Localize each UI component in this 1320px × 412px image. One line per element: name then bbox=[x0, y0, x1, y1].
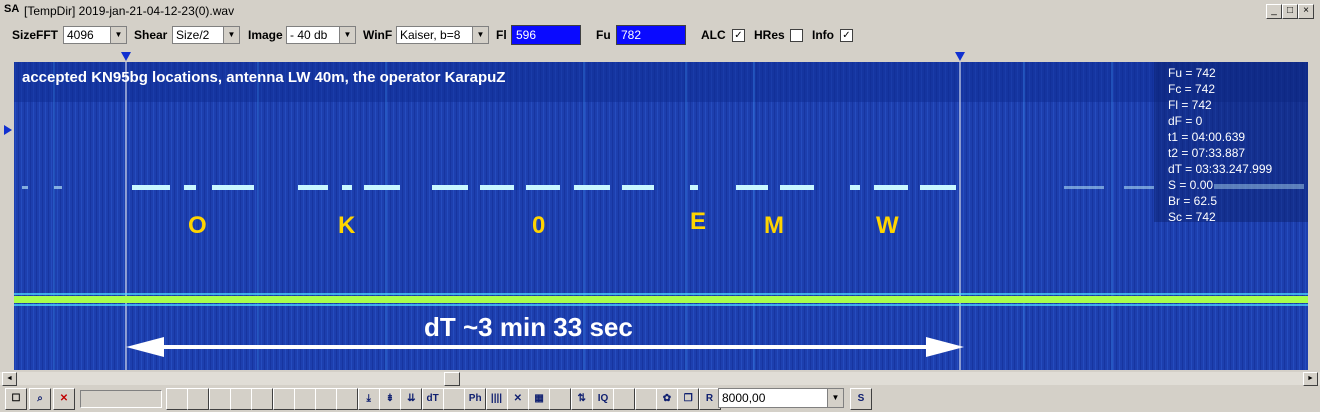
morse-letter: E bbox=[690, 208, 707, 235]
speaker-icon[interactable] bbox=[229, 388, 252, 410]
stat-fl: Fl = 742 bbox=[1168, 98, 1212, 112]
winf-value: Kaiser, b=8 bbox=[400, 28, 461, 42]
marker-bar bbox=[121, 52, 965, 61]
blank4-icon[interactable] bbox=[634, 388, 657, 410]
info-checkbox[interactable]: ✓ bbox=[840, 29, 853, 42]
arrows-icon[interactable]: ⇅ bbox=[570, 388, 593, 410]
chevron-down-icon[interactable]: ▼ bbox=[223, 27, 239, 43]
triangle-icon[interactable] bbox=[315, 388, 338, 410]
crosshair-icon[interactable] bbox=[187, 388, 210, 410]
chevron-down-icon[interactable]: ▼ bbox=[472, 27, 488, 43]
s-button[interactable]: S bbox=[850, 388, 872, 410]
frequency-select[interactable]: 8000,00 ▼ bbox=[718, 388, 844, 408]
blank-icon[interactable] bbox=[442, 388, 465, 410]
zoom-icon[interactable]: ⌕ bbox=[29, 388, 51, 410]
ph-icon[interactable]: Ph bbox=[464, 388, 487, 410]
hres-label: HRes bbox=[754, 28, 785, 42]
chevron-down-icon[interactable]: ▼ bbox=[339, 27, 355, 43]
shear-select[interactable]: Size/2 ▼ bbox=[172, 26, 240, 44]
morse-letter: 0 bbox=[532, 212, 546, 239]
shear-value: Size/2 bbox=[176, 28, 210, 42]
winf-label: WinF bbox=[363, 28, 393, 42]
down3-icon[interactable]: ⇊ bbox=[400, 388, 423, 410]
morse-letter: M bbox=[764, 212, 784, 239]
scroll-thumb[interactable] bbox=[444, 372, 460, 386]
zoom-icon[interactable] bbox=[166, 388, 188, 410]
progress-field bbox=[80, 390, 162, 408]
dt-annotation: dT ~3 min 33 sec bbox=[424, 312, 633, 342]
morse-letter: K bbox=[338, 212, 356, 239]
square-icon[interactable] bbox=[251, 388, 274, 410]
fu-label: Fu bbox=[596, 28, 611, 42]
grid-icon[interactable]: ▦ bbox=[528, 388, 551, 410]
image-select[interactable]: - 40 db ▼ bbox=[286, 26, 356, 44]
image-label: Image bbox=[248, 28, 283, 42]
stat-fu: Fu = 742 bbox=[1168, 66, 1216, 80]
fl-value: 596 bbox=[516, 28, 537, 42]
triangle-icon[interactable] bbox=[272, 388, 295, 410]
blank2-icon[interactable] bbox=[549, 388, 572, 410]
stat-df: dF = 0 bbox=[1168, 114, 1203, 128]
spectrogram-canvas bbox=[14, 62, 1308, 370]
close-icon[interactable]: ✕ bbox=[53, 388, 75, 410]
stat-dt: dT = 03:33.247.999 bbox=[1168, 162, 1273, 176]
pages-icon[interactable]: ❐ bbox=[677, 388, 700, 410]
stat-s: S = 0.00 bbox=[1168, 178, 1214, 192]
app-icon: SA bbox=[4, 3, 20, 15]
bars-icon[interactable]: |||| bbox=[485, 388, 508, 410]
title-bar: SA [TempDir] 2019-jan-21-04-12-23(0).wav… bbox=[0, 0, 1320, 22]
frequency-value: 8000,00 bbox=[722, 391, 766, 405]
minimize-button[interactable]: _ bbox=[1266, 4, 1282, 19]
gear-icon[interactable]: ✿ bbox=[655, 388, 678, 410]
dt-icon[interactable]: dT bbox=[421, 388, 444, 410]
fl-label: Fl bbox=[496, 28, 507, 42]
alc-checkbox[interactable]: ✓ bbox=[732, 29, 745, 42]
start-marker-icon[interactable] bbox=[121, 52, 131, 61]
sizefft-value: 4096 bbox=[67, 28, 94, 42]
triangle-icon[interactable] bbox=[293, 388, 316, 410]
scroll-left-button[interactable]: ◄ bbox=[2, 372, 17, 386]
blank3-icon[interactable] bbox=[613, 388, 636, 410]
shear-label: Shear bbox=[134, 28, 168, 42]
x-icon[interactable]: ✕ bbox=[506, 388, 529, 410]
info-panel: Fu = 742 Fc = 742 Fl = 742 dF = 0 t1 = 0… bbox=[1168, 65, 1272, 225]
sizefft-select[interactable]: 4096 ▼ bbox=[63, 26, 127, 44]
maximize-button[interactable]: □ bbox=[1282, 4, 1298, 19]
winf-select[interactable]: Kaiser, b=8 ▼ bbox=[396, 26, 489, 44]
spectrogram-caption: accepted KN95bg locations, antenna LW 40… bbox=[22, 69, 506, 86]
stat-fc: Fc = 742 bbox=[1168, 82, 1216, 96]
alc-label: ALC bbox=[701, 28, 726, 42]
stat-br: Br = 62.5 bbox=[1168, 194, 1218, 208]
down-icon[interactable]: ⤓ bbox=[357, 388, 380, 410]
stat-sc: Sc = 742 bbox=[1168, 210, 1216, 224]
level-marker-icon[interactable] bbox=[2, 124, 14, 136]
horizontal-scrollbar[interactable]: ◄ ► bbox=[0, 372, 1320, 386]
fu-value: 782 bbox=[621, 28, 642, 42]
chevron-down-icon[interactable]: ▼ bbox=[110, 27, 126, 43]
morse-letter: O bbox=[188, 212, 207, 239]
iq-icon[interactable]: IQ bbox=[592, 388, 614, 410]
sizefft-label: SizeFFT bbox=[12, 28, 59, 42]
stat-t2: t2 = 07:33.887 bbox=[1168, 146, 1246, 160]
fl-input[interactable]: 596 bbox=[511, 25, 581, 45]
triangle-icon[interactable] bbox=[336, 388, 359, 410]
carrier-line bbox=[14, 296, 1308, 303]
down2-icon[interactable]: ⇟ bbox=[379, 388, 401, 410]
window-title: [TempDir] 2019-jan-21-04-12-23(0).wav bbox=[24, 4, 235, 18]
stat-t1: t1 = 04:00.639 bbox=[1168, 130, 1246, 144]
morse-letter: W bbox=[876, 212, 899, 239]
image-value: - 40 db bbox=[290, 28, 328, 42]
hand-icon[interactable]: ☐ bbox=[5, 388, 27, 410]
spectrogram[interactable]: accepted KN95bg locations, antenna LW 40… bbox=[14, 62, 1308, 370]
bottom-toolbar: ☐ ⌕ ✕ ⤓ ⇟ ⇊ dT Ph |||| ✕ ▦ ⇅ IQ ✿ ❐ R 8000,00 ▼ S bbox=[0, 386, 1320, 412]
settings-toolbar: SizeFFT 4096 ▼ Shear Size/2 ▼ Image - 40… bbox=[0, 22, 1320, 48]
end-marker-icon[interactable] bbox=[955, 52, 965, 61]
stop-icon[interactable] bbox=[208, 388, 231, 410]
scroll-right-button[interactable]: ► bbox=[1303, 372, 1318, 386]
info-label: Info bbox=[812, 28, 834, 42]
fu-input[interactable]: 782 bbox=[616, 25, 686, 45]
close-button[interactable]: × bbox=[1298, 4, 1314, 19]
hres-checkbox[interactable] bbox=[790, 29, 803, 42]
chevron-down-icon[interactable]: ▼ bbox=[827, 389, 843, 407]
